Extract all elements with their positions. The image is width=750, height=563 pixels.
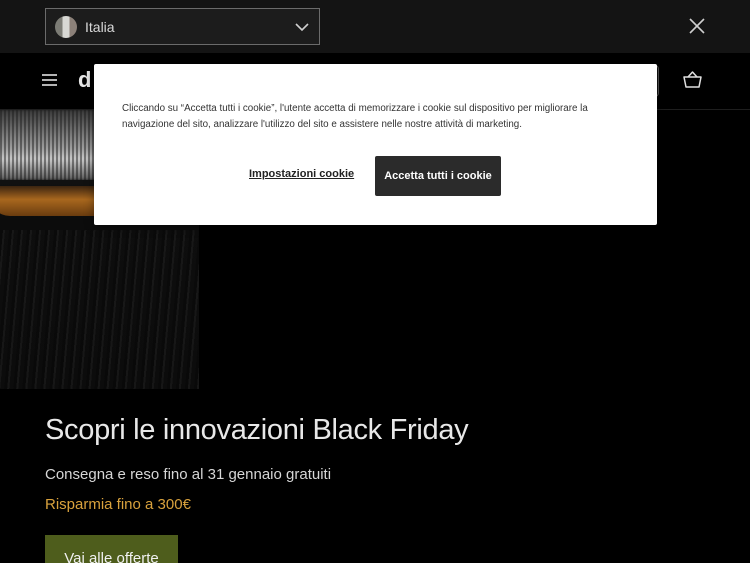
hero-subtitle: Consegna e reso fino al 31 gennaio gratu… — [45, 466, 332, 483]
hero-title: Scopri le innovazioni Black Friday — [45, 414, 469, 446]
hero-promo: Risparmia fino a 300€ — [45, 496, 191, 513]
close-icon[interactable] — [686, 15, 708, 37]
italy-flag-icon — [55, 15, 77, 38]
country-bar: Italia — [0, 0, 750, 53]
accept-all-cookies-button[interactable]: Accetta tutti i cookie — [375, 156, 501, 196]
cookie-banner: Cliccando su “Accetta tutti i cookie”, l… — [94, 64, 657, 225]
cookie-settings-link[interactable]: Impostazioni cookie — [249, 168, 354, 180]
shopping-basket-icon[interactable] — [682, 69, 703, 90]
hamburger-menu-icon[interactable] — [41, 73, 58, 87]
chevron-down-icon — [295, 23, 309, 32]
hair-texture — [0, 230, 199, 389]
cookie-text: Cliccando su “Accetta tutti i cookie”, l… — [122, 103, 588, 130]
country-select[interactable]: Italia — [45, 8, 320, 45]
offers-button[interactable]: Vai alle offerte — [45, 535, 178, 563]
country-label: Italia — [85, 18, 115, 35]
site-logo[interactable]: d — [78, 67, 91, 93]
page: Italia d Scopri le innovazioni Black Fri — [0, 0, 750, 563]
